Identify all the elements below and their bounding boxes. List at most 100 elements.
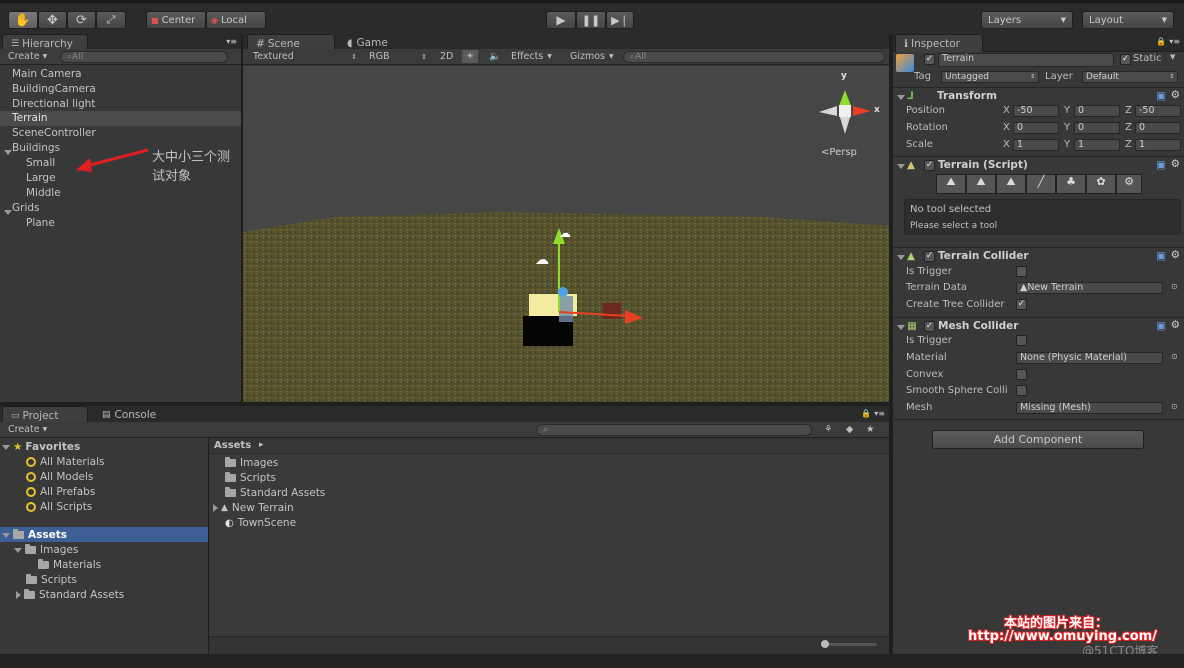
fav-all-prefabs[interactable]: All Prefabs [26, 485, 95, 499]
fav-all-scripts[interactable]: All Scripts [26, 500, 92, 514]
object-name-input[interactable]: Terrain [938, 53, 1114, 67]
assets-node[interactable]: Assets [2, 528, 67, 542]
step-button[interactable]: ▶❘ [606, 11, 634, 29]
tree-materials[interactable]: Materials [38, 558, 101, 572]
favorite-star-icon[interactable]: ★ [866, 423, 875, 436]
hierarchy-item-buildings[interactable]: Buildings [12, 142, 60, 156]
hierarchy-item-scene-controller[interactable]: SceneController [12, 127, 96, 141]
panel-menu-icon[interactable]: ▾≡ [226, 37, 237, 46]
scale-y-field[interactable]: 1 [1074, 139, 1120, 151]
2d-toggle[interactable]: 2D [440, 50, 453, 63]
hierarchy-item-terrain[interactable]: Terrain [12, 112, 48, 126]
project-create-dropdown[interactable]: Create ▼ [8, 423, 47, 436]
rotate-tool-button[interactable]: ⟳ [67, 11, 96, 29]
panel-menu-icon[interactable]: ▾≡ [874, 409, 885, 418]
panel-menu-icon[interactable]: ▾≡ [1169, 37, 1180, 46]
hierarchy-create-dropdown[interactable]: Create ▼ [8, 50, 47, 63]
scale-x-field[interactable]: 1 [1013, 139, 1059, 151]
pivot-toggle[interactable]: ■ Center [146, 11, 206, 29]
convex-checkbox[interactable] [1016, 369, 1027, 380]
position-y-field[interactable]: 0 [1074, 105, 1120, 117]
terrain-settings-tool[interactable]: ⚙ [1116, 174, 1142, 194]
gear-icon[interactable]: ⚙ [1171, 249, 1180, 261]
help-book-icon[interactable]: ▣ [1156, 90, 1166, 102]
hierarchy-item-grids[interactable]: Grids [12, 202, 40, 216]
space-toggle[interactable]: ◉ Local [206, 11, 266, 29]
object-picker-icon[interactable]: ⊙ [1171, 402, 1178, 411]
active-checkbox[interactable]: ✓ [924, 54, 935, 65]
file-item[interactable]: ▲ New Terrain [213, 501, 294, 515]
icon-size-slider[interactable] [821, 643, 877, 646]
place-trees-tool[interactable]: ♣ [1056, 174, 1086, 194]
terrain-script-enabled-checkbox[interactable]: ✓ [924, 160, 935, 171]
expand-triangle-icon[interactable] [897, 164, 905, 169]
favorites-node[interactable]: ★ Favorites [2, 440, 80, 454]
effects-dropdown[interactable]: Effects ▼ [511, 50, 552, 63]
hand-tool-button[interactable]: ✋ [8, 11, 38, 29]
scene-viewport[interactable]: ☁ ☁ y x <Persp [243, 66, 889, 402]
move-gizmo[interactable] [533, 226, 653, 326]
mesh-collider-header[interactable]: ▦ ✓ Mesh Collider ▣ ⚙ [893, 317, 1184, 335]
add-component-button[interactable]: Add Component [932, 430, 1144, 449]
position-z-field[interactable]: -50 [1135, 105, 1181, 117]
file-item[interactable]: ◐ TownScene [225, 516, 296, 530]
help-book-icon[interactable]: ▣ [1156, 159, 1166, 171]
file-item[interactable]: Images [225, 456, 278, 470]
mesh-is-trigger-checkbox[interactable] [1016, 335, 1027, 346]
tag-dropdown[interactable]: Untagged ⇕ [941, 71, 1039, 83]
expand-triangle-icon[interactable] [897, 95, 905, 100]
terrain-collider-enabled-checkbox[interactable]: ✓ [924, 251, 935, 262]
mesh-collider-enabled-checkbox[interactable]: ✓ [924, 321, 935, 332]
is-trigger-checkbox[interactable] [1016, 266, 1027, 277]
gear-icon[interactable]: ⚙ [1171, 89, 1180, 101]
tree-scripts[interactable]: Scripts [26, 573, 77, 587]
expand-triangle-icon[interactable] [897, 325, 905, 330]
tab-inspector[interactable]: ℹ Inspector [895, 34, 983, 52]
chevron-down-icon[interactable]: ▼ [1170, 53, 1175, 61]
layer-dropdown[interactable]: Default ⇕ [1082, 71, 1178, 83]
paint-texture-tool[interactable]: ╱ [1026, 174, 1056, 194]
hierarchy-item-small[interactable]: Small [26, 157, 55, 171]
scene-search-input[interactable]: ⌕All [623, 51, 885, 63]
smooth-sphere-checkbox[interactable] [1016, 385, 1027, 396]
move-tool-button[interactable]: ✥ [38, 11, 67, 29]
lock-icon[interactable]: 🔒 [861, 409, 871, 418]
project-search-input[interactable]: ⌕ [536, 424, 812, 436]
audio-toggle[interactable]: 🔈 [489, 50, 501, 63]
filter-label-icon[interactable]: ◆ [846, 423, 853, 436]
file-item[interactable]: Scripts [225, 471, 276, 485]
hierarchy-item-building-camera[interactable]: BuildingCamera [12, 83, 96, 97]
hierarchy-item-main-camera[interactable]: Main Camera [12, 68, 82, 82]
gear-icon[interactable]: ⚙ [1171, 319, 1180, 331]
hierarchy-item-large[interactable]: Large [26, 172, 56, 186]
pause-button[interactable]: ❚❚ [576, 11, 606, 29]
hierarchy-item-directional-light[interactable]: Directional light [12, 98, 95, 112]
create-tree-collider-checkbox[interactable]: ✓ [1016, 299, 1027, 310]
terrain-data-field[interactable]: ▲New Terrain [1016, 282, 1163, 294]
file-item[interactable]: Standard Assets [225, 486, 325, 500]
static-checkbox[interactable]: ✓ [1120, 54, 1131, 65]
paint-details-tool[interactable]: ✿ [1086, 174, 1116, 194]
gear-icon[interactable]: ⚙ [1171, 158, 1180, 170]
raise-terrain-tool[interactable]: ⛰ [936, 174, 966, 194]
filter-type-icon[interactable]: ⚘ [824, 423, 833, 436]
rotation-x-field[interactable]: 0 [1013, 122, 1059, 134]
object-picker-icon[interactable]: ⊙ [1171, 352, 1178, 361]
scale-z-field[interactable]: 1 [1135, 139, 1181, 151]
terrain-collider-header[interactable]: ▲ ✓ Terrain Collider ▣ ⚙ [893, 247, 1184, 265]
scale-tool-button[interactable]: ⤢ [96, 11, 126, 29]
hierarchy-search-input[interactable]: ⌕All [60, 51, 228, 63]
breadcrumb-assets[interactable]: Assets [214, 440, 251, 451]
play-button[interactable]: ▶ [546, 11, 576, 29]
rotation-z-field[interactable]: 0 [1135, 122, 1181, 134]
position-x-field[interactable]: -50 [1013, 105, 1059, 117]
slider-handle[interactable] [821, 640, 829, 648]
mesh-field[interactable]: Missing (Mesh) [1016, 402, 1163, 414]
lighting-toggle[interactable]: ☀ [462, 50, 478, 63]
render-mode-dropdown[interactable]: Textured ⇕ [253, 50, 357, 63]
help-book-icon[interactable]: ▣ [1156, 320, 1166, 332]
smooth-height-tool[interactable]: ⛰ [996, 174, 1026, 194]
persp-label[interactable]: <Persp [821, 147, 857, 158]
fav-all-materials[interactable]: All Materials [26, 455, 104, 469]
terrain-script-header[interactable]: ▲ ✓ Terrain (Script) ▣ ⚙ [893, 156, 1184, 174]
